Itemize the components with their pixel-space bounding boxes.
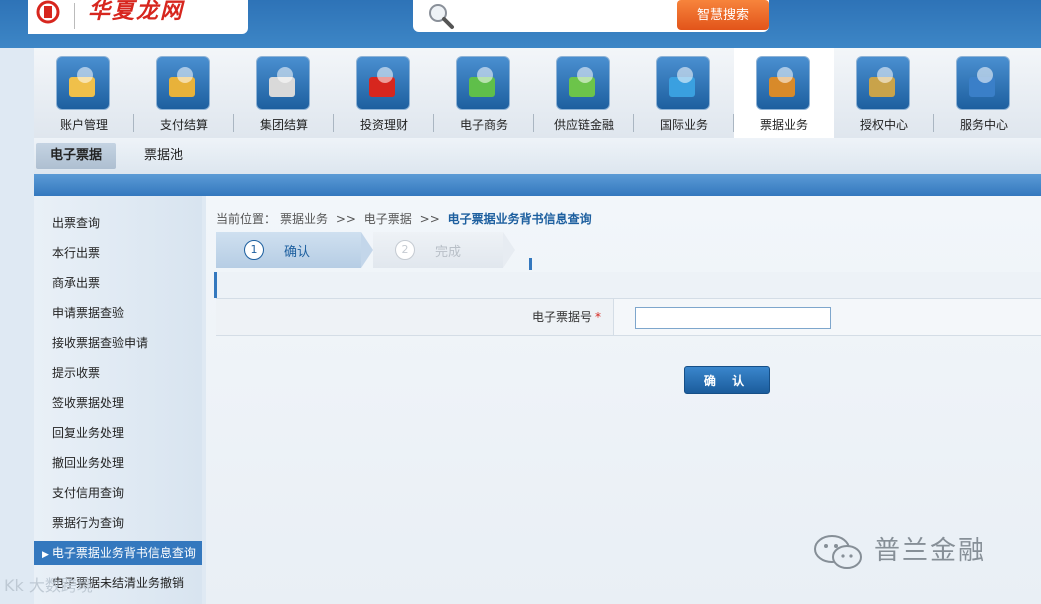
step-label: 确认: [284, 245, 311, 260]
breadcrumb-current: 电子票据业务背书信息查询: [447, 212, 592, 226]
step-confirm: 1 确认: [216, 232, 361, 268]
logo-text: 华夏龙网: [88, 0, 185, 24]
sidebar-item-label: 申请票据查验: [52, 306, 125, 320]
step-arrow: [503, 232, 515, 268]
group-settlement-icon: [256, 56, 310, 110]
search-box: 智慧搜索: [413, 0, 769, 32]
logo[interactable]: 华夏龙网: [28, 0, 248, 34]
payment-settlement-icon: [156, 56, 210, 110]
breadcrumb-electronic-bill[interactable]: 电子票据: [364, 212, 412, 226]
step-indicator: 1 确认 2 完成: [216, 232, 526, 268]
nav-item-label: 集团结算: [259, 118, 308, 132]
nav-item-8[interactable]: 票据业务: [734, 48, 834, 138]
bill-number-label: 电子票据号 *: [216, 299, 614, 335]
bank-logo-icon: [34, 0, 64, 28]
sidebar-item-label: 签收票据处理: [52, 396, 125, 410]
breadcrumb-separator: >>: [419, 212, 440, 226]
step-number: 1: [244, 240, 264, 260]
sidebar-item-label: 本行出票: [52, 246, 101, 260]
sidebar-item-label: 接收票据查验申请: [52, 336, 149, 350]
nav-item-label: 票据业务: [759, 118, 808, 132]
breadcrumb: 当前位置： 票据业务 >> 电子票据 >> 电子票据业务背书信息查询: [216, 210, 596, 227]
bill-business-icon: [756, 56, 810, 110]
watermark-text: 普兰金融: [874, 536, 987, 566]
sidebar-item[interactable]: 商承出票: [34, 271, 202, 295]
breadcrumb-separator: >>: [335, 212, 356, 226]
step-arrow: [361, 232, 373, 268]
breadcrumb-prefix: 当前位置：: [216, 212, 277, 226]
sidebar-item[interactable]: 签收票据处理: [34, 391, 202, 415]
nav-item-9[interactable]: 授权中心: [834, 48, 934, 138]
nav-item-label: 授权中心: [859, 118, 908, 132]
nav-item-4[interactable]: 投资理财: [334, 48, 434, 138]
step-complete: 2 完成: [373, 232, 503, 268]
sidebar-item[interactable]: ▶ 电子票据业务背书信息查询: [34, 541, 202, 565]
sidebar: 出票查询本行出票商承出票申请票据查验接收票据查验申请 提示收票签收票据处理 回复业务…: [34, 196, 202, 604]
sidebar-item-label: 回复业务处理: [52, 426, 125, 440]
nav-item-label: 支付结算: [159, 118, 208, 132]
investment-icon: [356, 56, 410, 110]
bill-number-input[interactable]: [635, 307, 831, 329]
logo-divider: [74, 3, 75, 29]
content-top-band: [34, 174, 1041, 196]
sidebar-item[interactable]: 接收票据查验申请: [34, 331, 202, 355]
active-arrow-icon: ▶: [42, 550, 49, 560]
nav-item-2[interactable]: 支付结算: [134, 48, 234, 138]
main-nav: 账户管理 支付结算 集团结算 投资理财 电子商务 供应链金融 国际业务 票据业务 授权中心 服务中…: [34, 48, 1041, 139]
nav-item-label: 账户管理: [59, 118, 108, 132]
globe-icon: [656, 56, 710, 110]
sidebar-item[interactable]: 撤回业务处理: [34, 451, 202, 475]
nav-item-5[interactable]: 电子商务: [434, 48, 534, 138]
nav-item-label: 服务中心: [959, 118, 1008, 132]
tab-bill-pool[interactable]: 票据池: [130, 143, 197, 169]
nav-item-10[interactable]: 服务中心: [934, 48, 1034, 138]
ecommerce-icon: [456, 56, 510, 110]
nav-item-label: 投资理财: [359, 118, 408, 132]
lock-icon: [856, 56, 910, 110]
breadcrumb-bill-business[interactable]: 票据业务: [280, 212, 328, 226]
sidebar-item-label: 提示收票: [52, 366, 101, 380]
search-input[interactable]: [469, 4, 683, 28]
sub-nav: 电子票据 票据池: [34, 138, 1041, 174]
bill-number-row: 电子票据号 *: [216, 298, 1041, 336]
service-person-icon: [956, 56, 1010, 110]
sidebar-item[interactable]: 本行出票: [34, 241, 202, 265]
search-icon[interactable]: [425, 2, 459, 30]
account-management-icon: [56, 56, 110, 110]
sidebar-item-label: 出票查询: [52, 216, 101, 230]
nav-item-label: 国际业务: [659, 118, 708, 132]
nav-item-7[interactable]: 国际业务: [634, 48, 734, 138]
bottom-watermark: Kk 大数跨境: [4, 576, 93, 595]
supply-chain-icon: [556, 56, 610, 110]
sidebar-item[interactable]: 回复业务处理: [34, 421, 202, 445]
nav-item-6[interactable]: 供应链金融: [534, 48, 634, 138]
section-header: [214, 272, 1041, 298]
sidebar-item-label: 电子票据业务背书信息查询: [51, 546, 196, 560]
step-number: 2: [395, 240, 415, 260]
smart-search-button[interactable]: 智慧搜索: [677, 0, 769, 30]
nav-item-label: 供应链金融: [553, 118, 614, 132]
sidebar-item-label: 撤回业务处理: [52, 456, 125, 470]
sidebar-item-label: 商承出票: [52, 276, 101, 290]
required-mark: *: [595, 310, 601, 324]
nav-item-label: 电子商务: [459, 118, 508, 132]
sidebar-item[interactable]: 出票查询: [34, 211, 202, 235]
sidebar-item-label: 支付信用查询: [52, 486, 125, 500]
tab-electronic-bill[interactable]: 电子票据: [36, 143, 117, 169]
sidebar-item[interactable]: 申请票据查验: [34, 301, 202, 325]
step-label: 完成: [435, 245, 462, 260]
bill-number-label-text: 电子票据号: [531, 310, 592, 324]
sidebar-item[interactable]: 提示收票: [34, 361, 202, 385]
marker: [529, 258, 532, 270]
sidebar-item[interactable]: 票据行为查询: [34, 511, 202, 535]
sidebar-item[interactable]: 支付信用查询: [34, 481, 202, 505]
sidebar-item-label: 票据行为查询: [52, 516, 125, 530]
confirm-button[interactable]: 确 认: [684, 366, 770, 394]
wechat-icon: [812, 532, 866, 579]
nav-item-1[interactable]: 账户管理: [34, 48, 134, 138]
nav-item-3[interactable]: 集团结算: [234, 48, 334, 138]
